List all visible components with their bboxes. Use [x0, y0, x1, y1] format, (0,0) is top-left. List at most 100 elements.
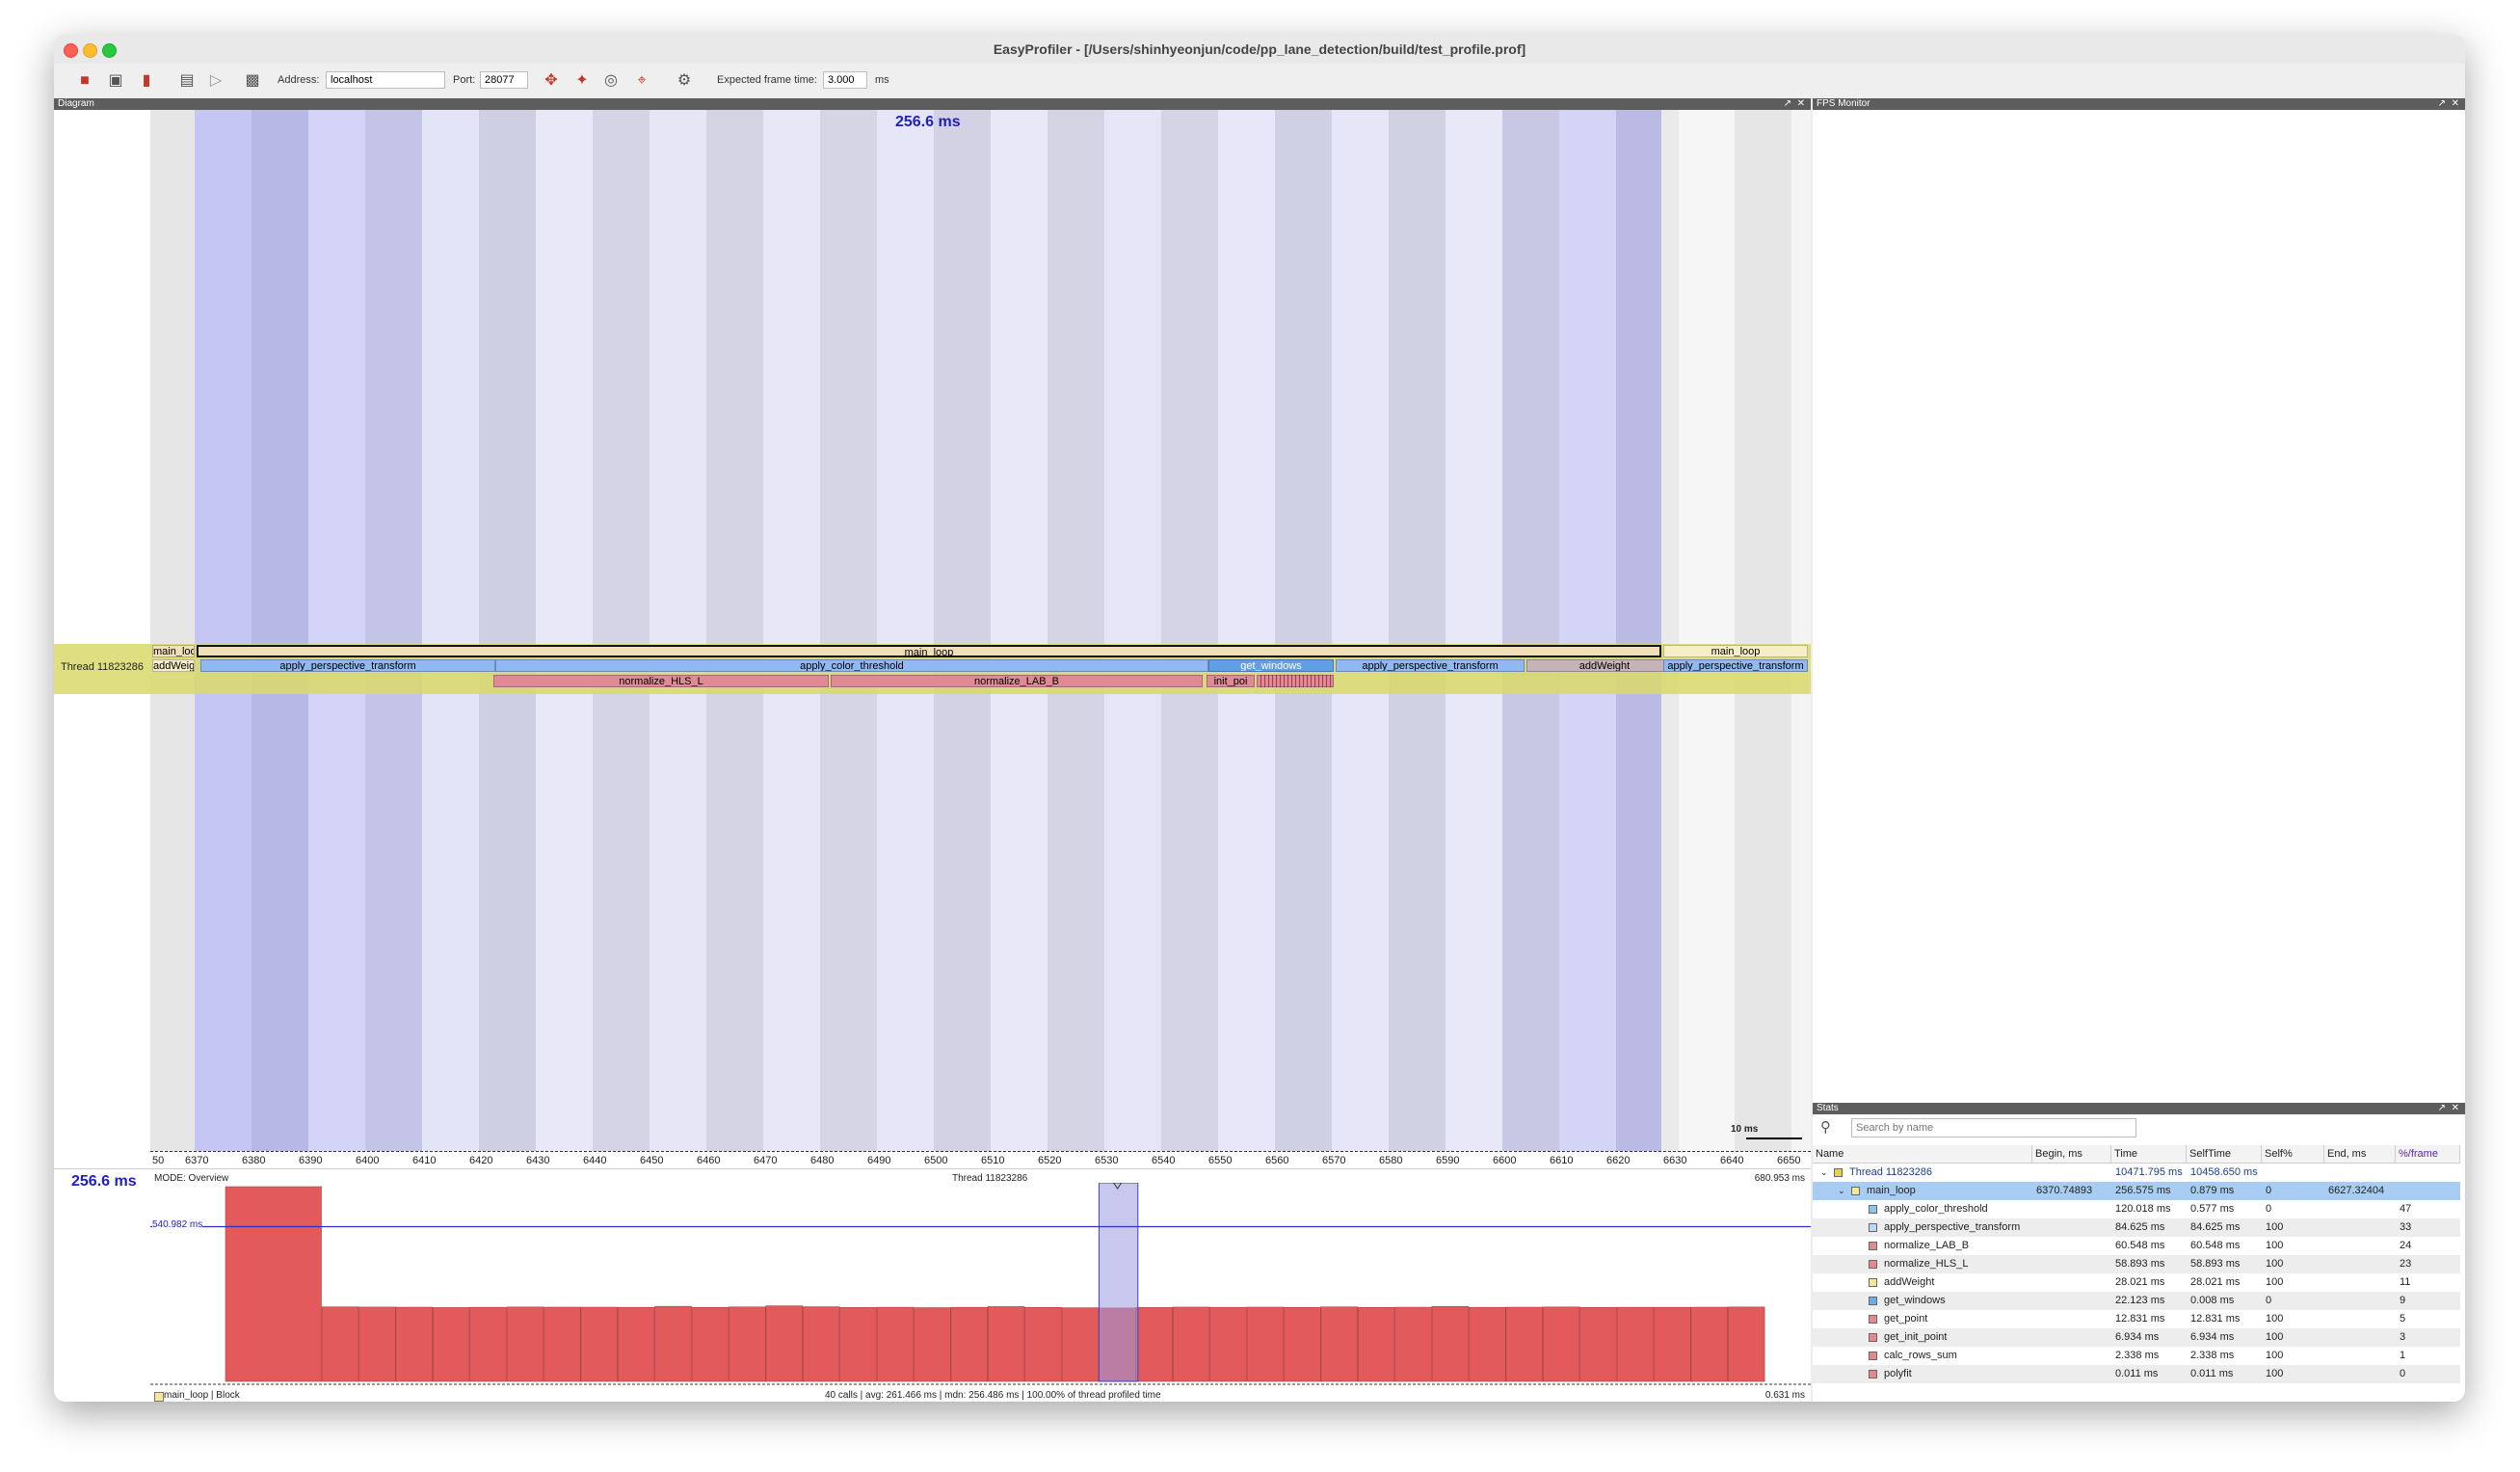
histogram-bar[interactable]	[1357, 1306, 1395, 1382]
histogram-bar[interactable]	[1616, 1306, 1655, 1382]
play-icon[interactable]: ▷	[206, 71, 225, 91]
histogram-bar[interactable]	[1542, 1306, 1580, 1382]
stats-row[interactable]: ⌄ main_loop 6370.74893 256.575 ms 0.879 ms 0 6…	[1813, 1182, 2460, 1200]
column-header[interactable]: %/frame	[2396, 1145, 2460, 1163]
address-input[interactable]	[326, 71, 445, 89]
stats-row[interactable]: ⌄ Thread 11823286 10471.795 ms 10458.650 ms	[1813, 1164, 2460, 1182]
overview-panel[interactable]: 256.6 ms MODE: Overview Thread 11823286 …	[54, 1168, 1811, 1402]
histogram-bar[interactable]	[580, 1306, 618, 1382]
histogram-bar[interactable]	[1024, 1306, 1062, 1382]
histogram-bar[interactable]	[729, 1306, 766, 1382]
get-point-blocks[interactable]	[1257, 675, 1334, 687]
stats-row[interactable]: polyfit 0.011 ms 0.011 ms 100 0	[1813, 1365, 2460, 1383]
histogram-bar[interactable]	[1690, 1306, 1729, 1382]
apply-perspective-transform-block[interactable]: apply_perspective_transform	[1663, 659, 1808, 672]
histogram-bar[interactable]	[1061, 1307, 1100, 1382]
settings-icon[interactable]: ⚙	[675, 71, 694, 91]
stats-row[interactable]: get_windows 22.123 ms 0.008 ms 0 9	[1813, 1292, 2460, 1310]
crop-icon[interactable]: ⌖	[632, 71, 651, 91]
column-header[interactable]: Self%	[2262, 1145, 2324, 1163]
histogram-bar[interactable]	[1654, 1306, 1691, 1382]
stats-search-input[interactable]	[1851, 1118, 2136, 1137]
column-header[interactable]: Begin, ms	[2032, 1145, 2111, 1163]
histogram-bar[interactable]	[1469, 1306, 1506, 1382]
stats-table-header[interactable]: Name Begin, ms Time SelfTime Self% End, ms %/f…	[1813, 1145, 2460, 1164]
binoculars-icon[interactable]: ◎	[601, 71, 621, 91]
clipboard-icon[interactable]: ▤	[177, 71, 197, 91]
histogram-bar[interactable]	[358, 1306, 396, 1382]
column-header[interactable]: Name	[1813, 1145, 2032, 1163]
apply-color-threshold-block[interactable]: apply_color_threshold	[495, 659, 1208, 672]
save-icon[interactable]: ▣	[106, 71, 125, 91]
histogram-bar[interactable]	[1394, 1306, 1432, 1382]
connect-icon[interactable]: ▩	[243, 71, 262, 91]
histogram-bar[interactable]	[544, 1306, 581, 1382]
close-panel-icon[interactable]: ✕	[2452, 98, 2459, 110]
collapse-all-icon[interactable]: ✦	[572, 71, 592, 91]
histogram-bar[interactable]	[321, 1306, 359, 1382]
open-folder-icon[interactable]: ■	[75, 71, 94, 91]
histogram-bar[interactable]	[914, 1307, 951, 1382]
undock-icon[interactable]: ↗	[2438, 1103, 2446, 1114]
close-panel-icon[interactable]: ✕	[2452, 1103, 2459, 1114]
histogram-bar[interactable]	[654, 1305, 692, 1382]
histogram-bar[interactable]	[1135, 1307, 1173, 1382]
addweight-block[interactable]: addWeight	[152, 659, 195, 672]
expand-all-icon[interactable]: ✥	[542, 71, 561, 91]
main-loop-block[interactable]: main_loop	[1663, 645, 1808, 657]
stats-row[interactable]: normalize_LAB_B 60.548 ms 60.548 ms 100 24	[1813, 1237, 2460, 1255]
histogram-bar[interactable]	[765, 1305, 803, 1382]
undock-icon[interactable]: ↗	[1784, 98, 1791, 110]
histogram-bar[interactable]	[469, 1306, 507, 1382]
expand-arrow-icon[interactable]: ⌄	[1838, 1182, 1845, 1200]
get-windows-block[interactable]: get_windows	[1208, 659, 1334, 672]
column-header[interactable]: Time	[2111, 1145, 2187, 1163]
stats-row[interactable]: get_init_point 6.934 ms 6.934 ms 100 3	[1813, 1328, 2460, 1347]
histogram-bar[interactable]	[1579, 1306, 1617, 1382]
expand-arrow-icon[interactable]: ⌄	[1820, 1164, 1828, 1182]
histogram-bar[interactable]	[839, 1307, 877, 1382]
histogram-bar[interactable]	[1320, 1306, 1359, 1382]
port-input[interactable]	[480, 71, 528, 89]
stats-row[interactable]: apply_perspective_transform 84.625 ms 84.6…	[1813, 1218, 2460, 1237]
histogram-bar[interactable]	[1284, 1306, 1321, 1382]
stats-row[interactable]: apply_color_threshold 120.018 ms 0.577 ms 0…	[1813, 1200, 2460, 1218]
close-panel-icon[interactable]: ✕	[1797, 98, 1805, 110]
diagram-area[interactable]: 256.6 ms Thread 11823286 main_loopmain_l…	[54, 110, 1811, 1168]
stats-row[interactable]: addWeight 28.021 ms 28.021 ms 100 11	[1813, 1273, 2460, 1292]
main-loop-block[interactable]: main_loop	[197, 645, 1661, 657]
init-point-block[interactable]: init_poi	[1207, 675, 1255, 687]
addweight-block[interactable]: addWeight	[1526, 659, 1683, 672]
stats-row[interactable]: normalize_HLS_L 58.893 ms 58.893 ms 100 23	[1813, 1255, 2460, 1273]
column-header[interactable]: SelfTime	[2187, 1145, 2262, 1163]
histogram-bar[interactable]	[876, 1306, 915, 1382]
histogram-bar[interactable]	[225, 1186, 322, 1382]
histogram-bar[interactable]	[1431, 1305, 1470, 1382]
histogram-bar[interactable]	[950, 1306, 988, 1382]
histogram-bar[interactable]	[1505, 1306, 1544, 1382]
apply-perspective-transform-block[interactable]: apply_perspective_transform	[200, 659, 495, 672]
normalize-lab-block[interactable]: normalize_LAB_B	[831, 675, 1203, 687]
histogram-bar[interactable]	[1727, 1306, 1765, 1382]
main-loop-block[interactable]: main_loop	[152, 645, 195, 657]
histogram-bar[interactable]	[1172, 1306, 1210, 1382]
stats-row[interactable]: calc_rows_sum 2.338 ms 2.338 ms 100 1	[1813, 1347, 2460, 1365]
frame-time-input[interactable]	[823, 71, 867, 89]
delete-icon[interactable]: ▮	[137, 71, 156, 91]
histogram-bar[interactable]	[1209, 1306, 1247, 1382]
histogram-chart[interactable]	[150, 1183, 1811, 1387]
histogram-bar[interactable]	[395, 1306, 434, 1382]
histogram-bar[interactable]	[1246, 1306, 1285, 1382]
search-icon[interactable]: ⚲	[1820, 1118, 1831, 1136]
column-header[interactable]: End, ms	[2324, 1145, 2396, 1163]
histogram-bar[interactable]	[802, 1306, 840, 1382]
histogram-bar[interactable]	[617, 1306, 655, 1382]
undock-icon[interactable]: ↗	[2438, 98, 2446, 110]
normalize-hls-block[interactable]: normalize_HLS_L	[493, 675, 829, 687]
histogram-bar[interactable]	[987, 1306, 1025, 1382]
histogram-bar[interactable]	[691, 1306, 729, 1382]
apply-perspective-transform-block[interactable]: apply_perspective_transform	[1336, 659, 1525, 672]
histogram-bar[interactable]	[432, 1307, 470, 1382]
histogram-bar[interactable]	[506, 1306, 544, 1382]
stats-row[interactable]: get_point 12.831 ms 12.831 ms 100 5	[1813, 1310, 2460, 1328]
